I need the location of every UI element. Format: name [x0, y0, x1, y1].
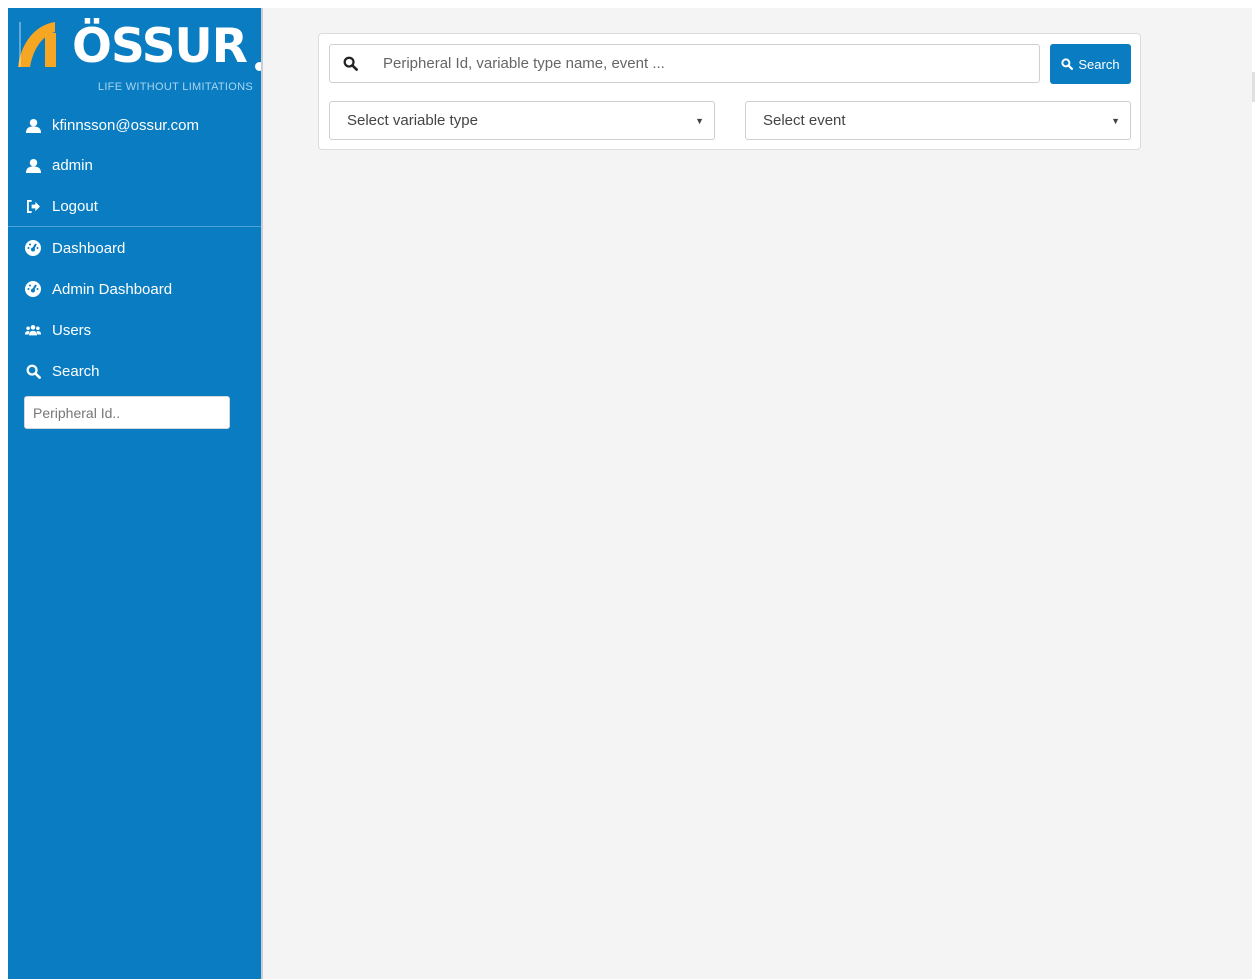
- logo-tagline: LIFE WITHOUT LIMITATIONS: [97, 81, 253, 93]
- main-content: Search Select variable type ▼ Select eve…: [263, 8, 1255, 979]
- user-email-label: kfinnsson@ossur.com: [52, 116, 199, 134]
- users-label: Users: [52, 321, 92, 339]
- search-panel: Search Select variable type ▼ Select eve…: [318, 33, 1141, 150]
- search-icon: [1061, 58, 1074, 70]
- sidebar-item-users[interactable]: Users: [8, 310, 261, 350]
- user-icon: [25, 117, 41, 133]
- logout-label: Logout: [52, 197, 98, 215]
- search-field[interactable]: [329, 44, 1040, 83]
- search-input[interactable]: [383, 45, 1023, 82]
- event-value: Select event: [763, 112, 846, 129]
- search-label: Search: [52, 362, 100, 380]
- users-icon: [25, 322, 41, 338]
- sign-out-icon: [25, 198, 41, 214]
- caret-down-icon: ▼: [1111, 115, 1120, 126]
- sidebar-item-admin-dashboard[interactable]: Admin Dashboard: [8, 269, 261, 309]
- search-icon: [343, 56, 358, 76]
- ossur-logo[interactable]: ÖSSUR LIFE WITHOUT LIMITATIONS: [15, 13, 264, 97]
- variable-type-value: Select variable type: [347, 112, 478, 129]
- user-role-link[interactable]: admin: [8, 145, 261, 185]
- search-button-label: Search: [1078, 56, 1120, 72]
- sidebar-search-input[interactable]: [24, 396, 230, 429]
- sidebar-item-dashboard[interactable]: Dashboard: [8, 228, 261, 268]
- dashboard-icon: [25, 240, 41, 256]
- caret-down-icon: ▼: [695, 115, 704, 126]
- dashboard-icon: [25, 281, 41, 297]
- logout-link[interactable]: Logout: [8, 186, 261, 226]
- sidebar: ÖSSUR LIFE WITHOUT LIMITATIONS kfinnsson…: [8, 8, 264, 979]
- search-button[interactable]: Search: [1050, 44, 1131, 84]
- dashboard-label: Dashboard: [52, 239, 126, 257]
- logo-wordmark: ÖSSUR: [72, 19, 248, 74]
- search-icon: [25, 363, 41, 379]
- admin-dashboard-label: Admin Dashboard: [52, 280, 173, 298]
- sidebar-item-search[interactable]: Search: [8, 351, 261, 391]
- user-role-label: admin: [52, 156, 93, 174]
- user-icon: [25, 157, 41, 173]
- sidebar-divider: [8, 226, 261, 227]
- user-email-link[interactable]: kfinnsson@ossur.com: [8, 105, 261, 145]
- variable-type-select[interactable]: Select variable type ▼: [329, 101, 715, 140]
- event-select[interactable]: Select event ▼: [745, 101, 1131, 140]
